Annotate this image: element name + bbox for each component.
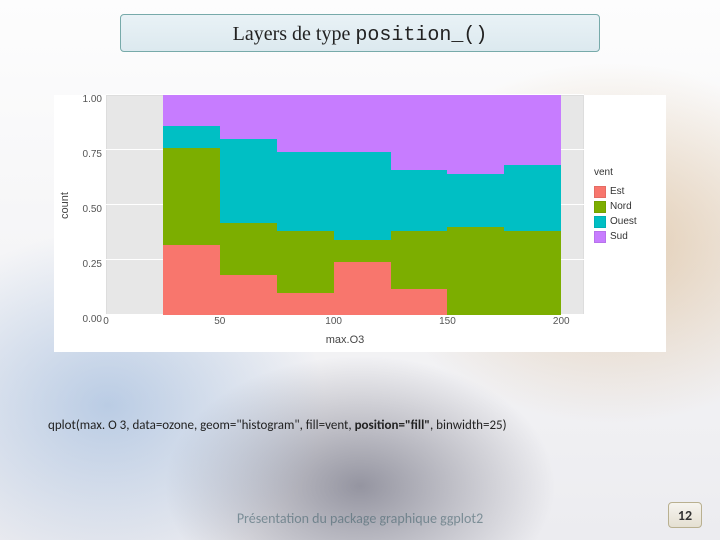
footer-label: Présentation du package graphique ggplot… <box>0 512 720 526</box>
bar-segment-sud <box>334 95 391 152</box>
legend-label: Sud <box>610 230 628 244</box>
legend-swatch <box>594 201 606 213</box>
title-mono: position_() <box>355 24 487 47</box>
x-axis-ticks: 050100150200 <box>106 315 584 331</box>
bar-segment-nord <box>447 227 504 315</box>
chart-container: count 0.000.250.500.751.00 vent EstNordO… <box>54 95 666 352</box>
bar-segment-est <box>163 245 220 315</box>
legend-item: Est <box>594 185 666 199</box>
legend-item: Ouest <box>594 215 666 229</box>
bar-segment-ouest <box>220 139 277 223</box>
bar-column <box>504 95 561 315</box>
bar-segment-sud <box>277 95 334 152</box>
bar-segment-nord <box>220 223 277 276</box>
legend-label: Ouest <box>610 215 637 229</box>
legend: vent EstNordOuestSud <box>584 95 666 315</box>
legend-item: Nord <box>594 200 666 214</box>
bar-segment-ouest <box>163 126 220 148</box>
title-prefix: Layers de type <box>233 23 356 45</box>
bar-column <box>220 95 277 315</box>
bar-segment-est <box>220 275 277 315</box>
legend-swatch <box>594 231 606 243</box>
plot-panel <box>106 95 584 315</box>
bar-segment-nord <box>391 231 448 288</box>
bar-segment-sud <box>504 95 561 165</box>
bar-segment-ouest <box>504 165 561 231</box>
bar-segment-ouest <box>391 170 448 232</box>
bar-segment-ouest <box>447 174 504 227</box>
bar-column <box>447 95 504 315</box>
bar-segment-nord <box>277 231 334 293</box>
bar-segment-ouest <box>277 152 334 231</box>
y-axis-label: count <box>54 95 76 315</box>
bar-segment-nord <box>334 240 391 262</box>
bar-segment-sud <box>391 95 448 170</box>
bar-column <box>334 95 391 315</box>
legend-label: Nord <box>610 200 632 214</box>
bar-segment-est <box>334 262 391 315</box>
legend-swatch <box>594 216 606 228</box>
bar-segment-sud <box>163 95 220 126</box>
bar-segment-nord <box>504 231 561 315</box>
slide-title: Layers de type position_() <box>120 14 600 52</box>
bar-segment-sud <box>447 95 504 174</box>
bar-segment-ouest <box>334 152 391 240</box>
x-axis-label: max.O3 <box>24 331 666 352</box>
bar-segment-est <box>277 293 334 315</box>
legend-title: vent <box>594 166 666 180</box>
bar-column <box>163 95 220 315</box>
bar-segment-sud <box>220 95 277 139</box>
legend-swatch <box>594 186 606 198</box>
bar-column <box>391 95 448 315</box>
page-number-badge: 12 <box>668 502 702 528</box>
legend-item: Sud <box>594 230 666 244</box>
bar-segment-est <box>391 289 448 315</box>
bar-segment-nord <box>163 148 220 245</box>
bar-column <box>277 95 334 315</box>
legend-label: Est <box>610 185 624 199</box>
code-caption: qplot(max. O 3, data=ozone, geom="histog… <box>48 418 507 435</box>
y-axis-ticks: 0.000.250.500.751.00 <box>76 95 106 315</box>
